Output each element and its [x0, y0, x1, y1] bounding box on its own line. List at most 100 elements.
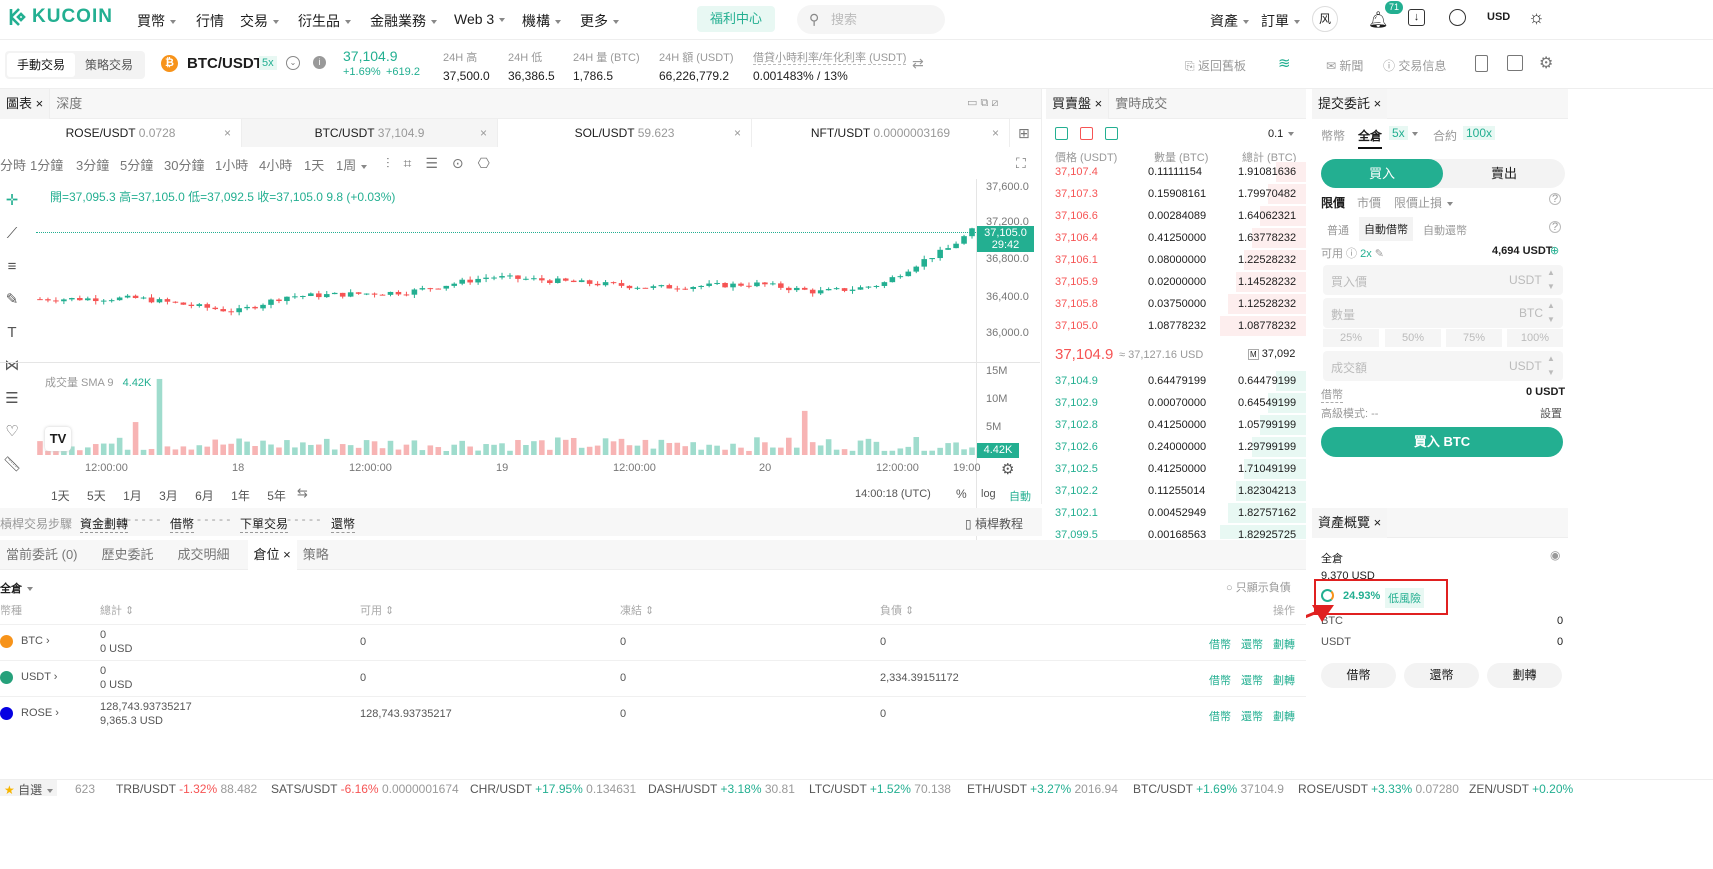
layout-icon[interactable]	[1475, 55, 1488, 72]
repay-button[interactable]: 還幣	[1404, 663, 1479, 688]
col-total[interactable]: 總計 ⇕	[100, 602, 134, 618]
transfer-button[interactable]: 劃轉	[1487, 663, 1562, 688]
bid-row[interactable]: 37,099.5 0.00168563 1.82925725	[1046, 524, 1306, 539]
col-frozen[interactable]: 凍結 ⇕	[620, 602, 654, 618]
ticker-item[interactable]: BTC/USDT +1.69% 37104.9	[1133, 782, 1284, 796]
advanced-settings-link[interactable]: 設置	[1540, 405, 1562, 421]
favorites-dropdown[interactable]: ★ 自選	[0, 780, 58, 796]
panel-icon[interactable]	[1507, 55, 1523, 71]
book-bids-view-icon[interactable]	[1105, 127, 1118, 140]
range-buttons[interactable]: 1天 5天 1月 3月 6月 1年 5年	[51, 487, 286, 504]
help-icon[interactable]: ?	[1549, 193, 1561, 205]
only-debt-checkbox[interactable]: ○ 只顯示負債	[1226, 579, 1291, 595]
nav-trade[interactable]: 交易	[240, 11, 279, 31]
welfare-center-button[interactable]: 福利中心	[697, 6, 775, 32]
ticker-item[interactable]: LTC/USDT +1.52% 70.138	[809, 782, 951, 796]
back-old-version[interactable]: ⎘ 返回舊板	[1185, 57, 1246, 74]
nav-buy-crypto[interactable]: 買幣	[137, 11, 176, 31]
sell-tab[interactable]: 賣出	[1443, 159, 1565, 188]
positions-mode[interactable]: 全倉	[0, 580, 33, 596]
pair-tab-sol[interactable]: SOL/USDT 59.623 ×	[498, 119, 752, 147]
price-input[interactable]: 買入價 USDT ▲ ▼	[1323, 265, 1563, 295]
tf-1d[interactable]: 1天	[304, 155, 324, 174]
stat-borrow-rate[interactable]: 借貸小時利率/年化利率 (USDT) 0.001483% / 13%	[753, 49, 907, 83]
ticker-item[interactable]: SATS/USDT -6.16% 0.0000001674	[271, 782, 459, 796]
tab-assets-overview[interactable]: 資產概覽 ×	[1312, 507, 1388, 538]
log-scale-toggle[interactable]: log	[981, 488, 996, 500]
candlestick-chart[interactable]	[36, 179, 976, 459]
ticker-item[interactable]: CHR/USDT +17.95% 0.134631	[470, 782, 636, 796]
step-repay[interactable]: 還幣	[331, 515, 356, 533]
trade-info-link[interactable]: ⓘ 交易信息	[1383, 57, 1446, 74]
transfer-icon[interactable]: ⊕	[1550, 244, 1559, 257]
ticker-item[interactable]: DASH/USDT +3.18% 30.81	[648, 782, 795, 796]
window-controls-icon[interactable]: ▭ ⧉ ⧄	[967, 96, 998, 110]
bid-row[interactable]: 37,102.1 0.00452949 1.82757162	[1046, 502, 1306, 524]
trendline-icon[interactable]: ⟋	[0, 217, 24, 250]
favorite-heart-icon[interactable]: ♡	[0, 415, 24, 448]
tf-4h[interactable]: 4小時	[259, 155, 292, 174]
tradingview-logo[interactable]: TV	[45, 427, 71, 451]
ticker-item[interactable]: TRB/USDT -1.32% 88.482	[116, 782, 257, 796]
tf-timeline[interactable]: 分時	[0, 155, 26, 174]
ask-row[interactable]: 37,106.6 0.00284089 1.64062321	[1046, 205, 1306, 227]
text-icon[interactable]: T	[0, 316, 24, 349]
bid-row[interactable]: 37,102.8 0.41250000 1.05799199	[1046, 414, 1306, 436]
swap-icon[interactable]: ⇄	[912, 55, 924, 72]
step-place-order[interactable]: 下單交易	[240, 515, 289, 533]
step-transfer[interactable]: 資金劃轉	[80, 515, 129, 533]
fib-icon[interactable]: ☰	[0, 382, 24, 415]
borrow-normal[interactable]: 普通	[1327, 222, 1349, 238]
settings-gear-icon[interactable]: ⚙	[1539, 53, 1553, 73]
ask-row[interactable]: 37,107.4 0.11111154 1.91081636	[1046, 161, 1306, 183]
col-debt[interactable]: 負債 ⇕	[880, 602, 914, 618]
pattern-icon[interactable]: ⋈	[0, 349, 24, 382]
tf-5m[interactable]: 5分鐘	[120, 155, 153, 174]
nav-assets[interactable]: 資產	[1210, 11, 1249, 31]
globe-icon[interactable]	[1449, 9, 1466, 26]
avatar[interactable]: 风	[1312, 6, 1338, 32]
bid-row[interactable]: 37,102.5 0.41250000 1.71049199	[1046, 458, 1306, 480]
fullscreen-icon[interactable]: ⛶	[1016, 155, 1026, 172]
chart-settings-icon[interactable]: ⚙	[1001, 460, 1014, 478]
row-transfer-link[interactable]: 劃轉	[1273, 636, 1295, 652]
nav-institution[interactable]: 機構	[522, 11, 561, 31]
tab-depth[interactable]: 深度	[49, 88, 88, 119]
brush-icon[interactable]: ✎	[0, 283, 24, 316]
tab-manual-trade[interactable]: 手動交易	[7, 53, 76, 77]
ticker-item[interactable]: ZEN/USDT +0.20%	[1469, 782, 1573, 796]
theme-sun-icon[interactable]: ☼	[1528, 7, 1545, 28]
ask-row[interactable]: 37,105.8 0.03750000 1.12528232	[1046, 293, 1306, 315]
download-icon[interactable]: ↓	[1408, 9, 1425, 26]
row-borrow-link[interactable]: 借幣	[1209, 708, 1231, 724]
search-input[interactable]: ⚲ 搜索	[797, 5, 945, 34]
tf-1h[interactable]: 1小時	[215, 155, 248, 174]
nav-finance[interactable]: 金融業務	[370, 11, 437, 31]
currency-selector[interactable]: USD	[1487, 11, 1510, 23]
tf-30m[interactable]: 30分鐘	[164, 155, 204, 174]
order-type-stop-limit[interactable]: 限價止損	[1394, 194, 1454, 211]
row-repay-link[interactable]: 還幣	[1241, 708, 1263, 724]
tf-1w[interactable]: 1周	[336, 155, 368, 174]
tab-orderbook[interactable]: 買賣盤 ×	[1046, 89, 1109, 119]
buy-btc-button[interactable]: 買入 BTC	[1321, 427, 1563, 457]
goto-date-icon[interactable]: ⇆	[297, 485, 308, 501]
pair-tab-nft[interactable]: NFT/USDT 0.0000003169 ×	[752, 119, 1010, 147]
tab-recent-trades[interactable]: 實時成交	[1108, 89, 1173, 119]
row-borrow-link[interactable]: 借幣	[1209, 636, 1231, 652]
ask-row[interactable]: 37,106.1 0.08000000 1.22528232	[1046, 249, 1306, 271]
quantity-input[interactable]: 數量 BTC ▲ ▼	[1323, 298, 1563, 328]
pct-50-button[interactable]: 50%	[1385, 329, 1441, 347]
ticker-item[interactable]: 623	[75, 782, 95, 796]
pct-75-button[interactable]: 75%	[1446, 329, 1502, 347]
order-type-market[interactable]: 市價	[1357, 194, 1381, 211]
row-transfer-link[interactable]: 劃轉	[1273, 708, 1295, 724]
tab-order-history[interactable]: 歷史委託	[96, 540, 160, 570]
order-type-limit[interactable]: 限價	[1321, 194, 1345, 211]
tab-submit-order[interactable]: 提交委託 ×	[1312, 88, 1388, 119]
ticker-item[interactable]: ROSE/USDT +3.33% 0.07280	[1298, 782, 1459, 796]
tab-strategy[interactable]: 策略	[297, 540, 335, 570]
row-borrow-link[interactable]: 借幣	[1209, 672, 1231, 688]
ask-row[interactable]: 37,106.4 0.41250000 1.63778232	[1046, 227, 1306, 249]
ask-row[interactable]: 37,107.3 0.15908161 1.79970482	[1046, 183, 1306, 205]
